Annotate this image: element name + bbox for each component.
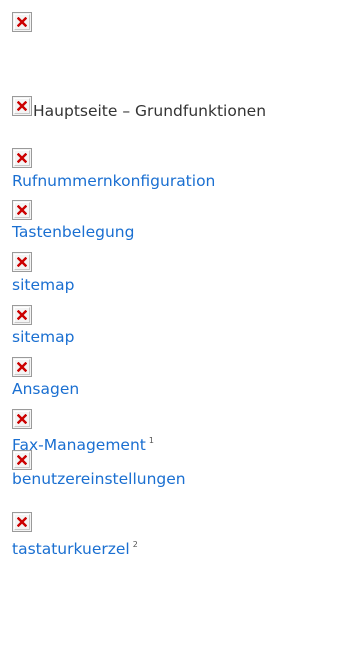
broken-image-icon xyxy=(12,512,32,532)
broken-image-icon xyxy=(12,450,32,470)
broken-image-icon xyxy=(12,96,32,116)
menu-item-tastenbelegung[interactable]: Tastenbelegung xyxy=(12,223,134,241)
menu-item-rufnummernkonfiguration[interactable]: Rufnummernkonfiguration xyxy=(12,172,215,190)
menu-item-sitemap[interactable]: sitemap xyxy=(12,328,74,346)
broken-image-icon xyxy=(12,305,32,325)
menu-item-ansagen[interactable]: Ansagen xyxy=(12,380,79,398)
menu-item-tastaturkuerzel[interactable]: tastaturkuerzel xyxy=(12,540,130,558)
menu-item-tastaturkuerzel-row: tastaturkuerzel 2 xyxy=(12,536,138,558)
footnote-marker: 2 xyxy=(132,540,138,549)
broken-image-icon xyxy=(12,148,32,168)
broken-image-icon xyxy=(12,409,32,429)
menu-item-benutzereinstellungen[interactable]: benutzereinstellungen xyxy=(12,470,186,488)
broken-image-icon xyxy=(12,252,32,272)
broken-image-icon xyxy=(12,357,32,377)
menu-item-fax-management[interactable]: Fax-Management xyxy=(12,436,146,454)
broken-image-icon xyxy=(12,12,32,32)
footnote-marker: 1 xyxy=(148,436,154,445)
menu-item-hauptseite: Hauptseite – Grundfunktionen xyxy=(33,102,267,120)
menu-item-sitemap[interactable]: sitemap xyxy=(12,276,74,294)
broken-image-icon xyxy=(12,200,32,220)
menu-item-fax-management-row: Fax-Management 1 xyxy=(12,432,154,454)
